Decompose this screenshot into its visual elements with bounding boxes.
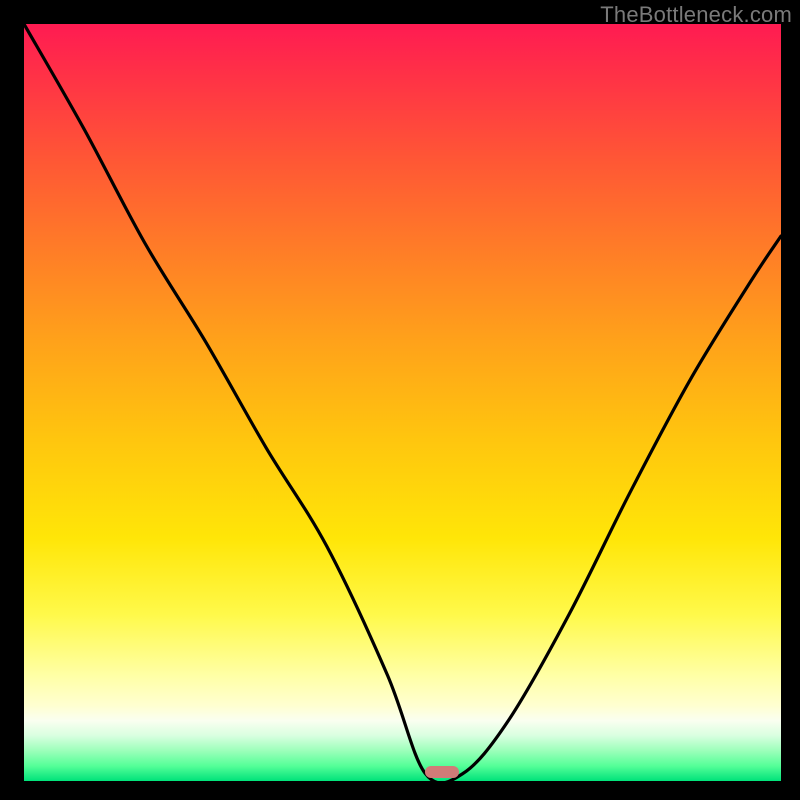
bottleneck-curve (24, 24, 781, 781)
plot-area (24, 24, 781, 781)
chart-container: TheBottleneck.com (0, 0, 800, 800)
curve-path (24, 24, 781, 781)
minimum-marker (425, 766, 459, 778)
